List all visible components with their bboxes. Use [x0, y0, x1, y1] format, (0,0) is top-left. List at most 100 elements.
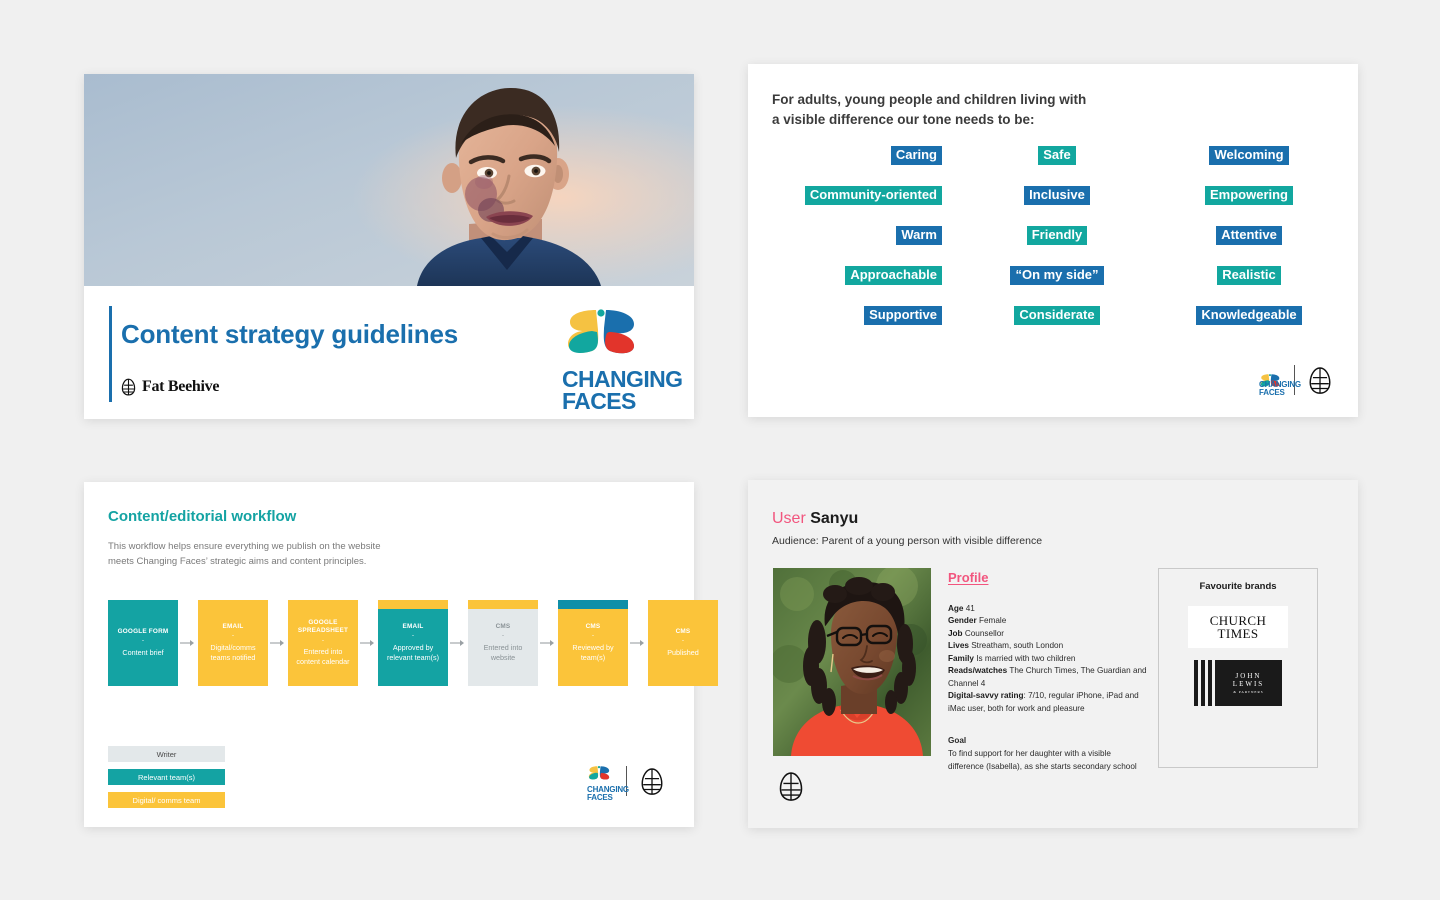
persona-fact-value: 41 [965, 604, 975, 613]
persona-photo [773, 568, 931, 756]
workflow-step-body: Approved by relevant team(s) [387, 642, 439, 662]
workflow-step[interactable]: GOOGLE SPREADSHEET - Entered into content … [288, 600, 358, 686]
beehive-icon [779, 772, 803, 801]
workflow-legend-item[interactable]: Digital/ comms team [108, 792, 225, 808]
tone-intro-line1: For adults, young people and children li… [772, 92, 1087, 107]
workflow-step-head: GOOGLE FORM [117, 628, 169, 636]
john-lewis-bars-icon [1194, 660, 1215, 706]
tone-word-chip[interactable]: Knowledgeable [1196, 306, 1302, 326]
page-title: Content/editorial workflow [108, 508, 297, 525]
workflow-step-head: GOOGLE SPREADSHEET [297, 618, 349, 635]
workflow-step-dash: - [412, 633, 414, 640]
tone-word-slot: Supportive [864, 306, 942, 346]
changing-faces-butterfly-icon [588, 766, 610, 780]
tone-word-slot: Welcoming [1209, 146, 1289, 186]
cover-photo [84, 74, 694, 286]
workflow-step[interactable]: CMS - Published [648, 600, 718, 686]
workflow-step[interactable]: CMS - Reviewed by team(s) [558, 600, 628, 686]
tone-word-chip[interactable]: Empowering [1204, 186, 1293, 206]
workflow-arrow-icon [178, 600, 198, 686]
persona-fact-label: Family [948, 653, 974, 663]
tone-word-slot: Friendly [1026, 226, 1088, 266]
workflow-legend: Writer Relevant team(s) Digital/ comms tea… [108, 746, 225, 815]
workflow-step-head: CMS [495, 623, 511, 631]
persona-goal-text: To find support for her daughter with a … [948, 749, 1137, 771]
workflow-step[interactable]: GOOGLE FORM - Content brief [108, 600, 178, 686]
slide-user-persona[interactable]: User Sanyu Audience: Parent of a young p… [748, 480, 1358, 828]
tone-word-slot: “On my side” [1010, 266, 1104, 306]
tone-word-chip[interactable]: Friendly [1026, 226, 1088, 246]
tone-word-slot: Approachable [845, 266, 942, 306]
tone-word-chip[interactable]: Approachable [845, 266, 942, 286]
tone-column-2: Safe Inclusive Friendly “On my side” Conside… [972, 146, 1142, 346]
workflow-arrow-icon [358, 600, 378, 686]
persona-fact-label: Reads/watches [948, 666, 1008, 676]
persona-fact-label: Gender [948, 616, 977, 626]
persona-fact-row: Lives Streatham, south London [948, 640, 1148, 652]
tone-word-chip[interactable]: Considerate [1014, 306, 1100, 326]
workflow-legend-item[interactable]: Writer [108, 746, 225, 762]
tone-word-chip[interactable]: Community-oriented [804, 186, 942, 206]
workflow-step-dash: - [322, 637, 324, 644]
tone-word-chip[interactable]: Inclusive [1024, 186, 1090, 206]
workflow-step-body: Entered into content calendar [296, 646, 350, 667]
slide-tone-of-voice[interactable]: For adults, young people and children li… [748, 64, 1358, 417]
tone-word-chip[interactable]: Warm [896, 226, 942, 246]
persona-fact-row: Age 41 [948, 603, 1148, 615]
workflow-step-dash: - [142, 638, 144, 645]
tone-word-chip[interactable]: Supportive [864, 306, 942, 326]
slide-cover[interactable]: Content strategy guidelines Fat Beehive [84, 74, 694, 419]
tone-word-chip[interactable]: Caring [890, 146, 942, 166]
workflow-step-head: EMAIL [222, 623, 244, 631]
changing-faces-wordmark-line2: FACES [1259, 388, 1285, 397]
workflow-legend-item[interactable]: Relevant team(s) [108, 769, 225, 785]
changing-faces-logo: CHANGING FACES [562, 306, 683, 413]
john-lewis-wordmark: JOHN LEWIS & PARTNERS [1215, 660, 1282, 706]
tone-word-chip[interactable]: Safe [1038, 146, 1076, 166]
tone-column-1: Caring Community-oriented Warm Approachable… [772, 146, 972, 346]
tone-word-chip[interactable]: Welcoming [1209, 146, 1289, 166]
persona-fact-row: Gender Female [948, 615, 1148, 627]
persona-profile-heading: Profile [948, 570, 989, 585]
slide-content-workflow[interactable]: Content/editorial workflow This workflow… [84, 482, 718, 827]
workflow-step-body: Reviewed by team(s) [572, 642, 614, 662]
persona-goal: Goal To find support for her daughter wi… [948, 735, 1148, 773]
workflow-arrow-icon [268, 600, 288, 686]
workflow-step-dash: - [502, 633, 504, 640]
workflow-step-stripe [378, 600, 448, 609]
beehive-icon [121, 378, 136, 396]
tone-word-slot: Attentive [1216, 226, 1282, 266]
workflow-step-stripe [558, 600, 628, 609]
persona-user-name: Sanyu [810, 510, 859, 527]
tone-word-chip[interactable]: Realistic [1217, 266, 1281, 286]
workflow-step-dash: - [232, 633, 234, 640]
workflow-step-body: Published [667, 647, 699, 657]
workflow-step-head: EMAIL [402, 623, 424, 631]
persona-fact-value: Is married with two children [976, 653, 1076, 663]
tone-intro-line2: a visible difference our tone needs to b… [772, 111, 1035, 127]
workflow-step[interactable]: CMS - Entered into website [468, 600, 538, 686]
workflow-subtitle-line2: meets Changing Faces’ strategic aims and… [108, 555, 367, 567]
persona-fact-row: Reads/watches The Church Times, The Guar… [948, 665, 1148, 690]
john-lewis-line1: JOHN [1235, 671, 1262, 680]
church-times-line2: TIMES [1217, 626, 1259, 641]
workflow-step[interactable]: EMAIL - Approved by relevant team(s) [378, 600, 448, 686]
workflow-step-body: Digital/comms teams notified [210, 642, 256, 662]
persona-fact-row: Digital-savvy rating: 7/10, regular iPho… [948, 690, 1148, 715]
tone-word-slot: Knowledgeable [1196, 306, 1302, 346]
brand-logo-church-times: CHURCH TIMES [1188, 606, 1288, 648]
favourite-brands-panel: Favourite brands CHURCH TIMES JOHN LEWIS… [1158, 568, 1318, 768]
tone-word-slot: Warm [896, 226, 942, 266]
workflow-step-body: Entered into website [483, 642, 523, 662]
workflow-step[interactable]: EMAIL - Digital/comms teams notified [198, 600, 268, 686]
tone-word-chip[interactable]: “On my side” [1010, 266, 1104, 286]
workflow-arrow-icon [448, 600, 468, 686]
tone-word-slot: Safe [1038, 146, 1076, 186]
beehive-icon [1309, 366, 1331, 394]
fat-beehive-logo: Fat Beehive [121, 378, 219, 396]
persona-fact-label: Job [948, 628, 963, 638]
workflow-subtitle: This workflow helps ensure everything we… [108, 540, 438, 569]
tone-word-chip[interactable]: Attentive [1216, 226, 1282, 246]
persona-fact-row: Job Counsellor [948, 628, 1148, 640]
slide-footer-logos: CHANGING FACES [1259, 365, 1332, 397]
